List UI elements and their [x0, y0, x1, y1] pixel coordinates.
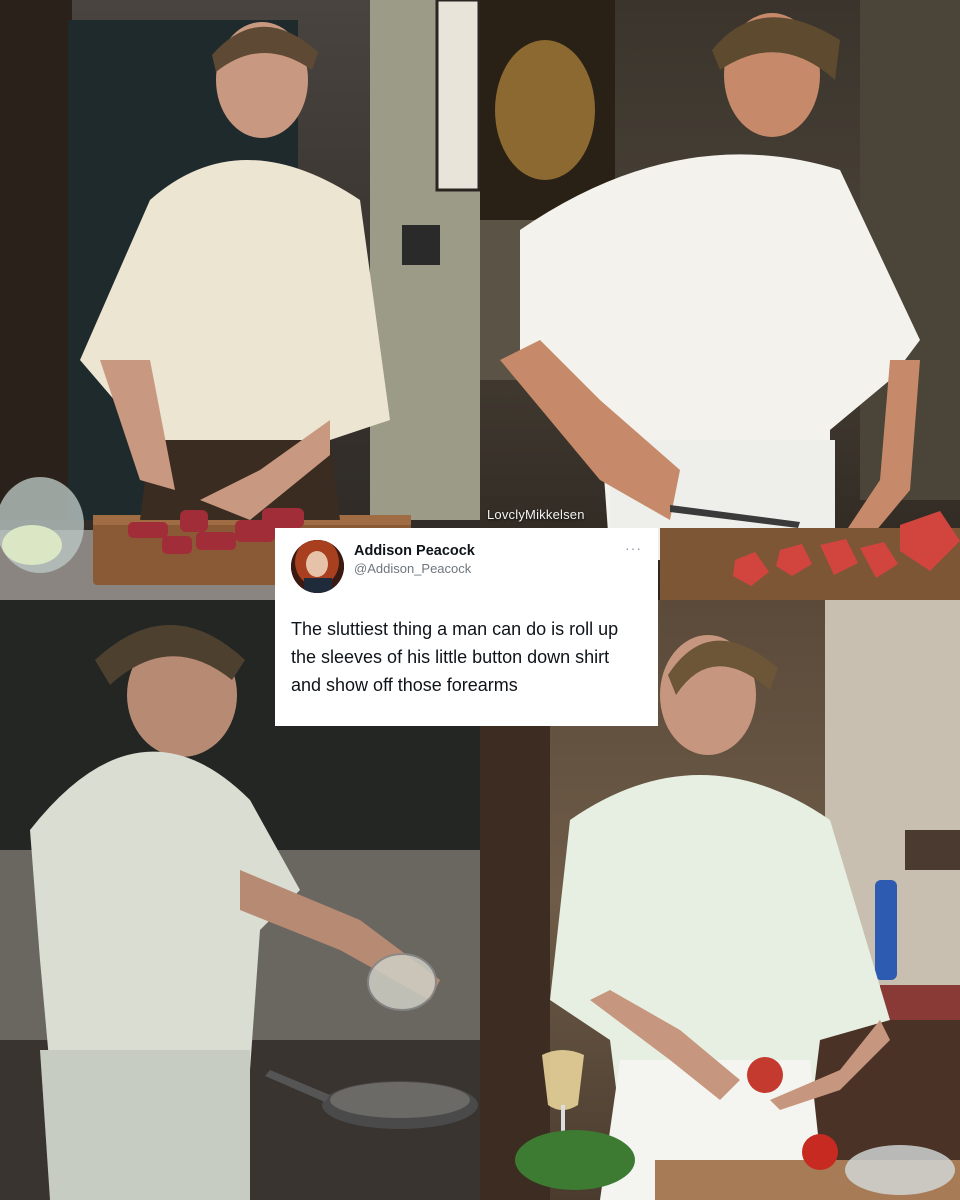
avatar-image: [291, 540, 344, 593]
display-name[interactable]: Addison Peacock: [354, 542, 475, 560]
more-dots-icon[interactable]: ···: [625, 540, 642, 556]
tweet-card[interactable]: Addison Peacock @Addison_Peacock ··· The…: [275, 528, 658, 726]
tweet-text: The sluttiest thing a man can do is roll…: [291, 619, 619, 695]
user-handle[interactable]: @Addison_Peacock: [354, 560, 475, 577]
tweet-header: Addison Peacock @Addison_Peacock: [291, 540, 642, 593]
photo-top-left-illustration: [0, 0, 480, 600]
avatar[interactable]: [291, 540, 344, 593]
photo-top-left: [0, 0, 480, 600]
tweet-author: Addison Peacock @Addison_Peacock: [354, 542, 475, 577]
watermark: LovclyMikkelsen: [487, 507, 585, 522]
